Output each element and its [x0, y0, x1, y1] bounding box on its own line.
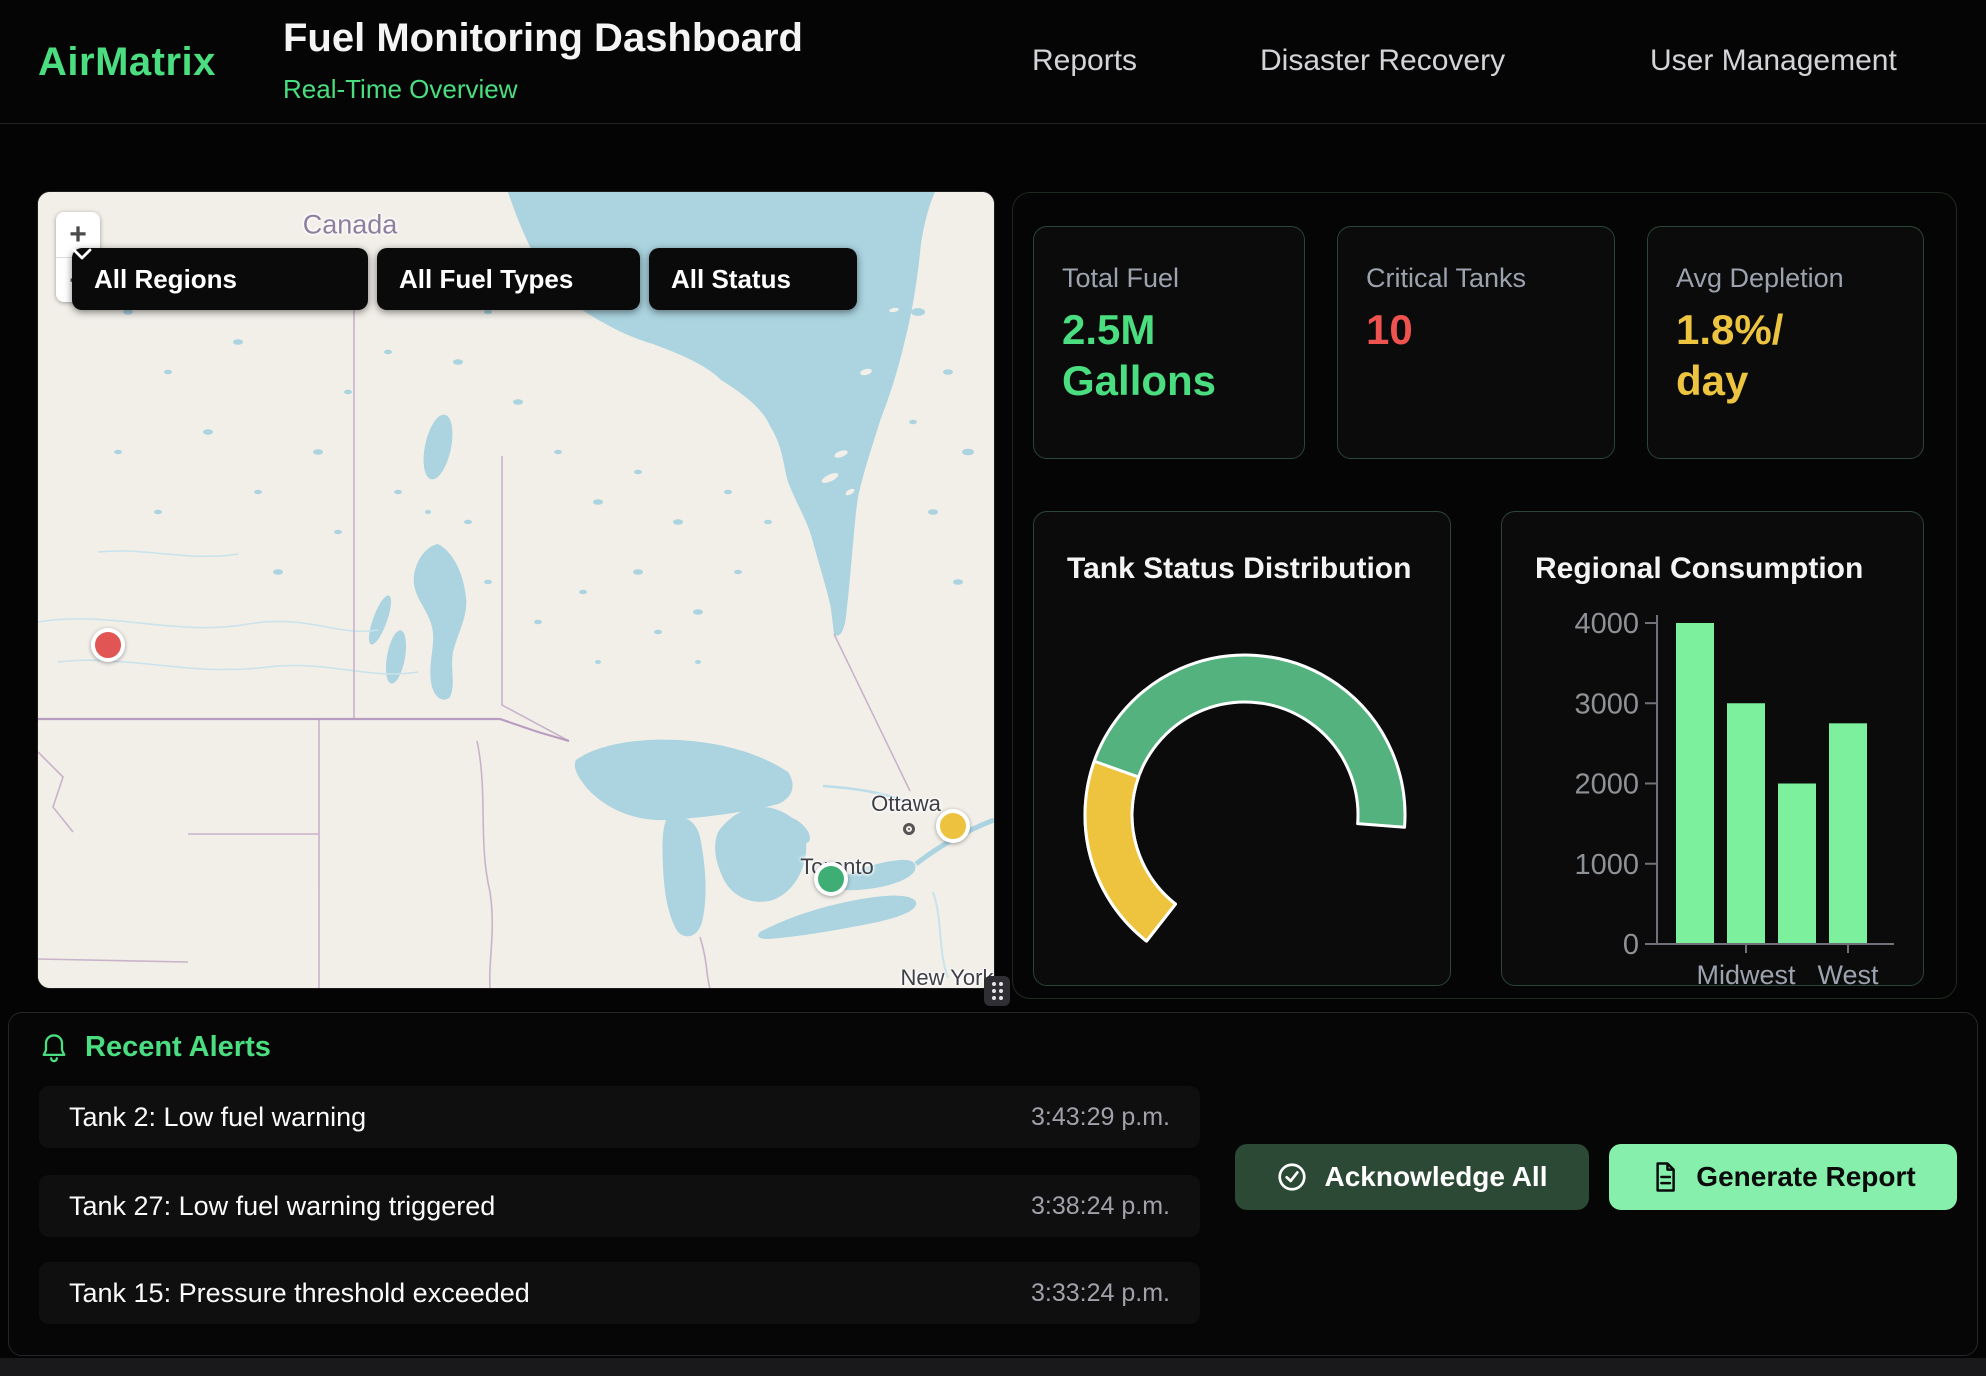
- acknowledge-all-button[interactable]: Acknowledge All: [1235, 1144, 1589, 1210]
- bar-chart-ytick: 3000: [1574, 688, 1639, 720]
- map-resize-handle[interactable]: [984, 976, 1010, 1006]
- region-filter-dropdown[interactable]: All Regions: [72, 248, 368, 310]
- generate-report-button[interactable]: Generate Report: [1609, 1144, 1957, 1210]
- map-label-ottawa: Ottawa: [871, 791, 941, 817]
- stat-value: 2.5M Gallons: [1062, 304, 1276, 406]
- bell-icon: [39, 1032, 69, 1064]
- generate-report-label: Generate Report: [1696, 1161, 1915, 1193]
- document-icon: [1650, 1161, 1680, 1193]
- status-filter-value: All Status: [671, 264, 791, 295]
- chart-title: Tank Status Distribution: [1067, 552, 1411, 586]
- alert-row[interactable]: Tank 15: Pressure threshold exceeded 3:3…: [39, 1262, 1200, 1324]
- stat-card-avg-depletion: Avg Depletion 1.8%/ day: [1647, 226, 1924, 459]
- stat-card-critical-tanks: Critical Tanks 10: [1337, 226, 1615, 459]
- alert-timestamp: 3:38:24 p.m.: [1031, 1192, 1170, 1221]
- map-filter-bar: All Regions All Fuel Types All Status: [72, 248, 857, 310]
- bar-region-1: [1727, 703, 1765, 944]
- map-label-canada: Canada: [303, 210, 398, 241]
- stat-label: Avg Depletion: [1676, 263, 1895, 294]
- map-label-new-york: New York: [901, 965, 994, 988]
- region-filter-value: All Regions: [94, 264, 237, 295]
- bar-chart-ytick: 4000: [1574, 608, 1639, 640]
- app-logo: AirMatrix: [38, 40, 216, 85]
- stat-label: Total Fuel: [1062, 263, 1276, 294]
- bar-chart-xlabel: Midwest: [1696, 960, 1796, 985]
- nav-item-user-management[interactable]: User Management: [1650, 44, 1897, 78]
- stat-label: Critical Tanks: [1366, 263, 1586, 294]
- next-section-edge: [0, 1358, 1986, 1376]
- tank-status-chart-card: Tank Status Distribution: [1033, 511, 1451, 986]
- fuel-type-filter-value: All Fuel Types: [399, 264, 573, 295]
- tank-marker-normal[interactable]: [814, 862, 848, 896]
- alert-timestamp: 3:33:24 p.m.: [1031, 1279, 1170, 1308]
- bar-chart-ytick: 2000: [1574, 769, 1639, 801]
- fuel-type-filter-dropdown[interactable]: All Fuel Types: [377, 248, 640, 310]
- alert-row[interactable]: Tank 27: Low fuel warning triggered 3:38…: [39, 1175, 1200, 1237]
- bar-region-0: [1676, 623, 1714, 944]
- overview-panel: Total Fuel 2.5M Gallons Critical Tanks 1…: [1012, 192, 1957, 999]
- alert-timestamp: 3:43:29 p.m.: [1031, 1103, 1170, 1132]
- bar-chart-ytick: 1000: [1574, 849, 1639, 881]
- app-header: AirMatrix Fuel Monitoring Dashboard Real…: [0, 0, 1986, 124]
- bar-chart-ytick: 0: [1623, 929, 1639, 961]
- nav-item-reports[interactable]: Reports: [1032, 44, 1137, 78]
- bar-chart-xlabel: West: [1817, 960, 1879, 985]
- regional-consumption-chart-card: Regional Consumption 01000200030004000Mi…: [1501, 511, 1924, 986]
- tank-marker-warning[interactable]: [936, 809, 970, 843]
- donut-segment-warning: [1085, 761, 1175, 941]
- page-subtitle: Real-Time Overview: [283, 74, 518, 105]
- alert-row[interactable]: Tank 2: Low fuel warning 3:43:29 p.m.: [39, 1086, 1200, 1148]
- bar-region-3: [1829, 723, 1867, 944]
- acknowledge-all-label: Acknowledge All: [1324, 1161, 1547, 1193]
- alert-message: Tank 2: Low fuel warning: [69, 1102, 366, 1133]
- tank-marker-critical[interactable]: [91, 628, 125, 662]
- ottawa-town-dot: [903, 823, 915, 835]
- recent-alerts-section: Recent Alerts Tank 2: Low fuel warning 3…: [8, 1012, 1978, 1356]
- stat-value: 1.8%/ day: [1676, 304, 1895, 406]
- stat-card-total-fuel: Total Fuel 2.5M Gallons: [1033, 226, 1305, 459]
- status-filter-dropdown[interactable]: All Status: [649, 248, 857, 310]
- bar-region-2: [1778, 784, 1816, 945]
- page-title: Fuel Monitoring Dashboard: [283, 16, 803, 61]
- check-circle-icon: [1276, 1161, 1308, 1193]
- stat-value: 10: [1366, 304, 1586, 355]
- nav-item-disaster-recovery[interactable]: Disaster Recovery: [1260, 44, 1505, 78]
- fuel-tank-map[interactable]: Canada Ottawa Toronto New York + − All R…: [38, 192, 994, 988]
- alert-message: Tank 27: Low fuel warning triggered: [69, 1191, 495, 1222]
- alerts-section-title: Recent Alerts: [85, 1031, 271, 1064]
- dashboard-page: AirMatrix Fuel Monitoring Dashboard Real…: [0, 0, 1986, 1376]
- regional-consumption-bar-chart: 0 1000 2000 3000 4000 Midwest West: [1502, 575, 1925, 985]
- alert-message: Tank 15: Pressure threshold exceeded: [69, 1278, 530, 1309]
